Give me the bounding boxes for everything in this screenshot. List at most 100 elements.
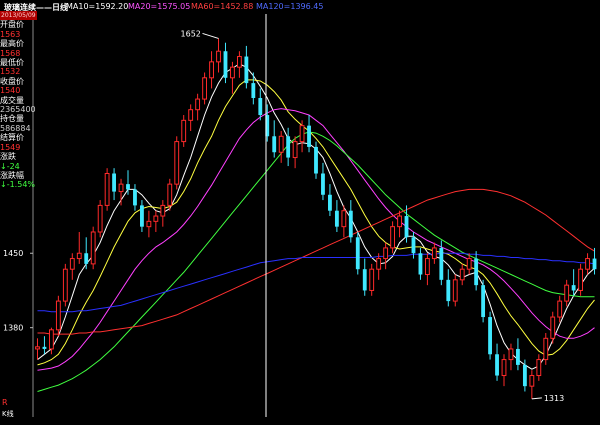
candle[interactable] — [230, 61, 235, 94]
candle-body-down — [272, 136, 277, 153]
candle[interactable] — [508, 343, 514, 371]
candle[interactable] — [536, 354, 542, 381]
candle[interactable] — [244, 45, 249, 89]
candle[interactable] — [153, 210, 159, 232]
candle[interactable] — [307, 115, 311, 153]
candle-body-up — [167, 183, 173, 206]
candle[interactable] — [209, 51, 214, 89]
candle[interactable] — [299, 120, 305, 153]
candle[interactable] — [578, 263, 584, 296]
candle[interactable] — [495, 343, 499, 381]
candle[interactable] — [452, 274, 458, 307]
candle[interactable] — [592, 247, 597, 275]
candle[interactable] — [557, 295, 563, 323]
candle[interactable] — [133, 184, 137, 211]
candle[interactable] — [140, 200, 144, 232]
candle-body-down — [328, 194, 332, 211]
annotation-high: 1652 — [181, 29, 201, 38]
candle[interactable] — [216, 38, 221, 73]
candle[interactable] — [459, 263, 465, 286]
candle[interactable] — [376, 253, 382, 280]
candle[interactable] — [314, 141, 318, 179]
candle[interactable] — [258, 88, 263, 121]
candle[interactable] — [543, 332, 549, 365]
candle[interactable] — [585, 253, 590, 275]
ma-line-ma250 — [37, 252, 595, 313]
candle[interactable] — [62, 263, 68, 307]
candle-body-down — [348, 210, 353, 238]
candle[interactable] — [286, 127, 291, 167]
candle-body-up — [550, 316, 556, 339]
open-interest-label: 持仓量 — [0, 114, 24, 124]
candle[interactable] — [481, 279, 486, 323]
candle[interactable] — [431, 242, 437, 264]
candle[interactable] — [362, 258, 367, 296]
high-label: 最高价 — [0, 39, 24, 49]
candle-body-up — [424, 258, 430, 276]
candle[interactable] — [418, 247, 423, 280]
candle[interactable] — [195, 93, 201, 121]
candle[interactable] — [355, 231, 360, 275]
candle[interactable] — [42, 336, 47, 355]
candle[interactable] — [146, 210, 152, 238]
candle-body-up — [585, 258, 590, 270]
candle[interactable] — [55, 295, 61, 337]
candle[interactable] — [501, 354, 507, 387]
candle[interactable] — [488, 311, 492, 360]
candle-body-up — [55, 300, 61, 331]
candle[interactable] — [446, 269, 451, 307]
candle[interactable] — [181, 115, 187, 147]
candle[interactable] — [174, 136, 180, 190]
candle-body-down — [362, 269, 367, 291]
candle-body-up — [216, 50, 221, 63]
candle-body-down — [439, 247, 444, 280]
candle-body-up — [146, 220, 152, 228]
candle[interactable] — [76, 231, 82, 264]
candle[interactable] — [369, 263, 375, 296]
candle[interactable] — [292, 136, 298, 169]
candle[interactable] — [272, 120, 277, 158]
candle[interactable] — [90, 226, 96, 270]
candle[interactable] — [390, 221, 396, 254]
candle[interactable] — [236, 51, 242, 78]
candle[interactable] — [223, 42, 228, 84]
candle[interactable] — [160, 200, 166, 227]
candle[interactable] — [516, 338, 520, 371]
candle[interactable] — [404, 205, 409, 243]
candle[interactable] — [397, 210, 402, 238]
candle-body-down — [404, 216, 409, 238]
candle-body-down — [286, 136, 291, 158]
candle[interactable] — [69, 253, 75, 280]
kline-chart[interactable]: 1450 1380 1652 1313 — [0, 0, 600, 421]
candle[interactable] — [84, 237, 89, 270]
candle-body-up — [153, 215, 159, 222]
candle[interactable] — [321, 162, 325, 201]
candle[interactable] — [112, 168, 116, 201]
moving-average-layer — [37, 63, 595, 392]
candle[interactable] — [334, 200, 339, 232]
candle[interactable] — [529, 370, 535, 399]
change-pct-label: 涨跌幅 — [0, 170, 24, 180]
volume-label: 成交量 — [0, 95, 24, 105]
candle-layer[interactable] — [35, 38, 597, 399]
candle[interactable] — [564, 279, 570, 307]
candle[interactable] — [474, 251, 479, 291]
settle-label: 结算价 — [0, 133, 24, 143]
ma120-legend: MA120=1396.45 — [256, 2, 324, 11]
ma-line-ma120 — [37, 188, 595, 335]
candle[interactable] — [104, 168, 110, 211]
ma-line-ma10 — [37, 79, 595, 366]
ma-line-ma5 — [37, 63, 595, 370]
candle[interactable] — [202, 72, 208, 105]
candle[interactable] — [383, 242, 389, 270]
candle[interactable] — [188, 104, 194, 131]
candle[interactable] — [97, 200, 103, 238]
kline-chart-svg[interactable]: 1450 1380 1652 1313 — [0, 0, 600, 421]
candle[interactable] — [424, 253, 430, 286]
candle[interactable] — [348, 200, 353, 243]
candle[interactable] — [550, 311, 556, 344]
candle[interactable] — [278, 130, 284, 163]
candle[interactable] — [35, 338, 40, 360]
candle[interactable] — [571, 269, 576, 296]
candle[interactable] — [328, 184, 332, 217]
